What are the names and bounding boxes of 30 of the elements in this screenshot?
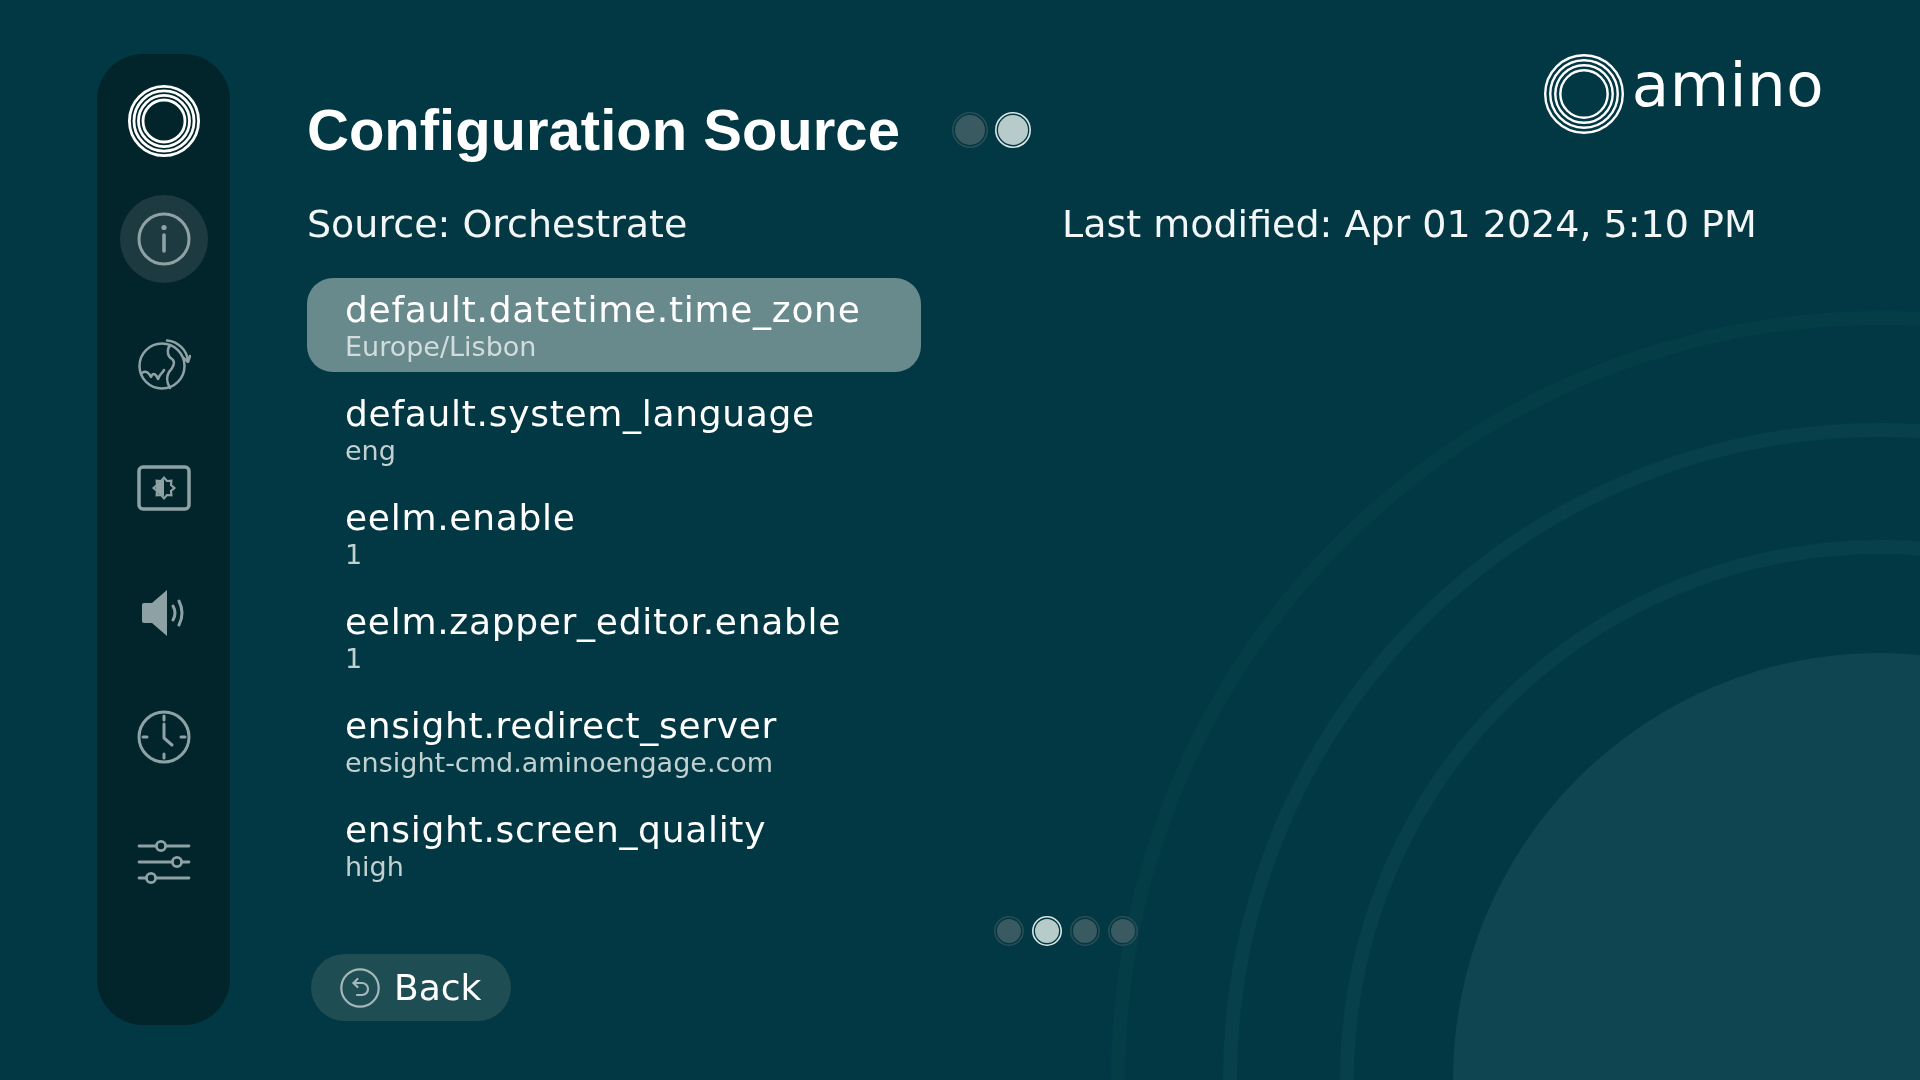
rings-logo-icon bbox=[127, 85, 200, 157]
setting-value-text: ensight-cmd.aminoengage.com bbox=[345, 748, 774, 778]
globe-icon bbox=[136, 336, 191, 391]
last-modified-text: Last modified: Apr 01 2024, 5:10 PM bbox=[1062, 205, 1758, 243]
speaker-icon bbox=[141, 587, 186, 638]
setting-list-item[interactable]: eelm.zapper_editor.enable 1 bbox=[307, 590, 921, 684]
setting-key-text: default.system_language bbox=[345, 396, 815, 432]
setting-value-text: eng bbox=[345, 436, 396, 466]
back-button[interactable]: Back bbox=[311, 954, 512, 1021]
setting-value-text: Europe/Lisbon bbox=[345, 332, 537, 362]
source-text: Source: Orchestrate bbox=[307, 205, 689, 243]
screen-brightness-icon bbox=[136, 465, 191, 511]
setting-list-item[interactable]: ensight.redirect_server ensight-cmd.aminoengage.com bbox=[307, 694, 921, 788]
setting-key-text: default.datetime.time_zone bbox=[345, 292, 861, 328]
setting-key-text: ensight.redirect_server bbox=[345, 708, 778, 744]
setting-key-text: eelm.zapper_editor.enable bbox=[345, 604, 842, 640]
brand-logo-text: amino bbox=[1631, 54, 1824, 115]
rings-logo-icon bbox=[1543, 54, 1624, 134]
setting-value-text: high bbox=[345, 852, 404, 882]
setting-list-item[interactable]: default.datetime.time_zone Europe/Lisbon bbox=[307, 278, 921, 372]
info-icon bbox=[136, 212, 191, 266]
setting-key-text: ensight.screen_quality bbox=[345, 812, 767, 848]
setting-key-text: eelm.enable bbox=[345, 500, 576, 536]
setting-value-text: 1 bbox=[345, 644, 363, 674]
setting-value-text: 1 bbox=[345, 540, 363, 570]
setting-list-item[interactable]: eelm.enable 1 bbox=[307, 486, 921, 580]
sliders-icon bbox=[136, 839, 191, 884]
setting-list-item[interactable]: ensight.screen_quality high bbox=[307, 798, 921, 892]
setting-list-item[interactable]: default.system_language eng bbox=[307, 382, 921, 476]
clock-icon bbox=[136, 710, 191, 764]
